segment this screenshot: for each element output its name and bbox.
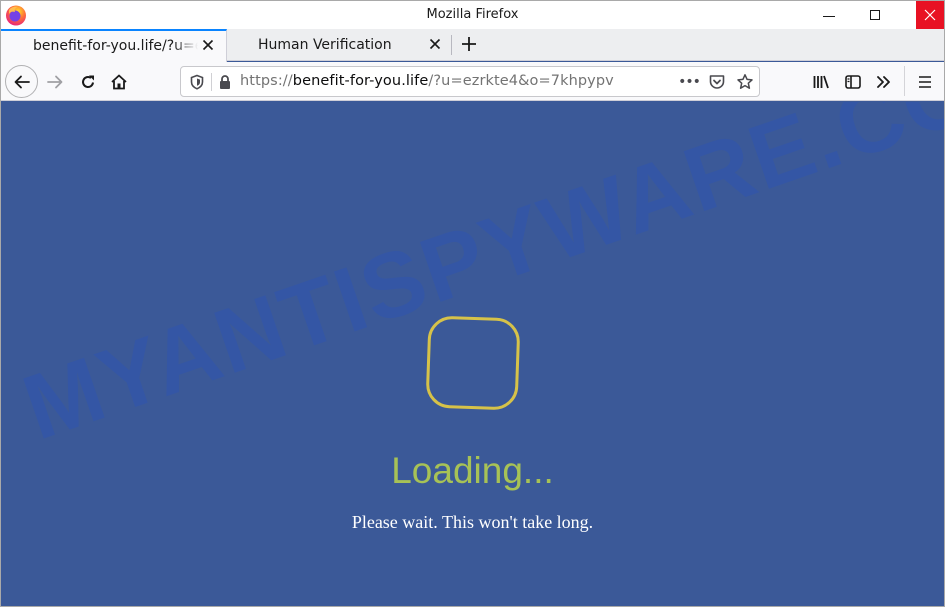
library-icon: [813, 75, 829, 89]
loading-spinner: [425, 315, 521, 411]
url-host: benefit-for-you.life: [292, 73, 429, 89]
lock-icon[interactable]: [217, 74, 233, 90]
url-scheme: https://: [240, 73, 293, 89]
new-tab-button[interactable]: [458, 33, 480, 55]
wait-message: Please wait. This won't take long.: [351, 512, 594, 532]
close-icon: [202, 39, 214, 51]
tab-human-verification[interactable]: Human Verification: [228, 29, 450, 61]
url-path: /?u=ezrkte4&o=7khpypv: [428, 73, 614, 89]
address-bar[interactable]: https://benefit-for-you.life/?u=ezrkte4&…: [180, 66, 760, 97]
page-content: MYANTISPYWARE.COM Loading... Please wait…: [1, 102, 944, 606]
maximize-icon: [870, 10, 880, 20]
reload-icon: [82, 75, 94, 88]
close-window-button[interactable]: [916, 1, 944, 29]
tracking-protection-shield-icon[interactable]: [189, 74, 205, 90]
tab-label: benefit-for-you.life/?u=ezrkte4&o=7khpyp…: [33, 38, 198, 54]
minimize-icon: [823, 15, 835, 17]
minimize-button[interactable]: [806, 1, 852, 29]
plus-icon: [462, 37, 476, 51]
chevron-double-right-icon: [877, 76, 890, 88]
url-divider: [211, 73, 212, 91]
library-button[interactable]: [811, 72, 831, 92]
loading-heading: Loading...: [391, 450, 554, 491]
close-icon: [924, 9, 936, 21]
tab-close-button[interactable]: [201, 38, 215, 52]
forward-button[interactable]: [43, 70, 67, 94]
app-menu-button[interactable]: [915, 72, 935, 92]
back-button[interactable]: [5, 65, 38, 98]
overflow-menu-button[interactable]: [874, 72, 894, 92]
browser-window: Mozilla Firefox benefit-for-you.life/?u=…: [0, 0, 945, 607]
window-title: Mozilla Firefox: [426, 7, 519, 22]
tab-strip: benefit-for-you.life/?u=ezrkte4&o=7khpyp…: [1, 29, 944, 62]
sidebar-button[interactable]: [843, 72, 863, 92]
pocket-icon[interactable]: [708, 73, 726, 91]
tab-close-button[interactable]: [428, 37, 442, 51]
reload-button[interactable]: [76, 70, 100, 94]
close-icon: [429, 38, 441, 50]
navigation-toolbar: https://benefit-for-you.life/?u=ezrkte4&…: [1, 62, 944, 101]
tab-benefit-for-you[interactable]: benefit-for-you.life/?u=ezrkte4&o=7khpyp…: [1, 29, 227, 62]
page-actions-button[interactable]: •••: [678, 73, 701, 91]
hamburger-menu-icon: [919, 76, 931, 88]
toolbar-separator: [904, 66, 905, 96]
tab-separator: [451, 35, 452, 55]
title-bar: Mozilla Firefox: [1, 1, 944, 29]
home-icon: [111, 74, 127, 90]
forward-arrow-icon: [47, 75, 63, 89]
url-text[interactable]: https://benefit-for-you.life/?u=ezrkte4&…: [240, 73, 614, 89]
home-button[interactable]: [107, 70, 131, 94]
tab-label: Human Verification: [258, 37, 392, 53]
sidebar-icon: [845, 75, 861, 89]
maximize-button[interactable]: [852, 1, 898, 29]
back-arrow-icon: [14, 75, 30, 88]
star-icon[interactable]: [736, 73, 754, 91]
